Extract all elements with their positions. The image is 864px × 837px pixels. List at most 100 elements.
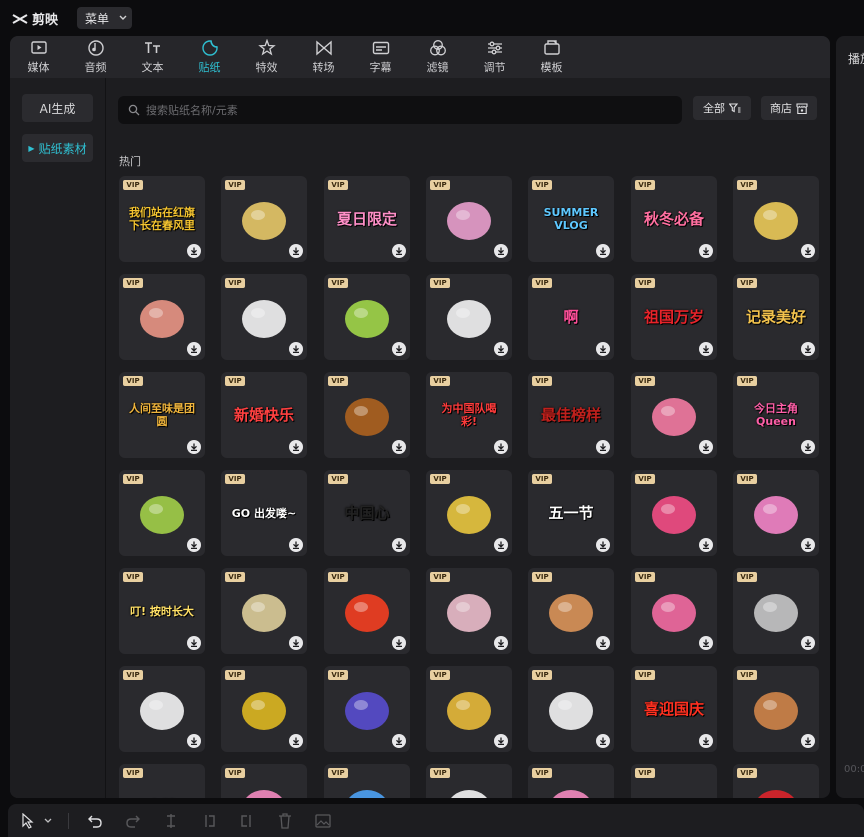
tab-transition[interactable]: 转场 xyxy=(295,36,352,78)
download-button[interactable] xyxy=(596,636,610,650)
download-button[interactable] xyxy=(699,636,713,650)
download-button[interactable] xyxy=(494,342,508,356)
search-bar[interactable] xyxy=(118,96,682,124)
sticker-item[interactable]: VIP 我们站在红旗下长在春风里 xyxy=(119,176,205,262)
download-button[interactable] xyxy=(392,734,406,748)
sticker-item[interactable]: VIP 叮! 按时长大 xyxy=(119,568,205,654)
download-button[interactable] xyxy=(187,734,201,748)
sticker-item[interactable]: VIP xyxy=(528,666,614,752)
download-button[interactable] xyxy=(801,342,815,356)
download-button[interactable] xyxy=(392,636,406,650)
download-button[interactable] xyxy=(494,636,508,650)
download-button[interactable] xyxy=(801,440,815,454)
select-tool-dropdown[interactable] xyxy=(42,809,54,833)
sticker-item[interactable]: VIP xyxy=(631,470,717,556)
download-button[interactable] xyxy=(494,734,508,748)
download-button[interactable] xyxy=(289,244,303,258)
sticker-item[interactable]: VIP 最佳榜样 xyxy=(528,372,614,458)
download-button[interactable] xyxy=(596,342,610,356)
download-button[interactable] xyxy=(699,244,713,258)
tab-text[interactable]: 文本 xyxy=(124,36,181,78)
redo-button[interactable] xyxy=(121,809,145,833)
download-button[interactable] xyxy=(187,342,201,356)
sticker-item[interactable]: VIP xyxy=(733,568,819,654)
download-button[interactable] xyxy=(289,734,303,748)
tab-caption[interactable]: 字幕 xyxy=(352,36,409,78)
sticker-item[interactable]: VIP xyxy=(426,764,512,798)
tab-sticker[interactable]: 贴纸 xyxy=(181,36,238,78)
sticker-item[interactable]: VIP xyxy=(324,764,410,798)
sticker-item[interactable]: VIP xyxy=(426,274,512,360)
sticker-item[interactable]: VIP xyxy=(221,274,307,360)
sticker-item[interactable]: VIP xyxy=(528,764,614,798)
sticker-item[interactable]: VIP xyxy=(733,666,819,752)
split-button[interactable] xyxy=(159,809,183,833)
download-button[interactable] xyxy=(494,244,508,258)
sticker-item[interactable]: VIP xyxy=(324,666,410,752)
sidebar-item-sticker-materials[interactable]: ▶ 贴纸素材 xyxy=(22,134,93,162)
download-button[interactable] xyxy=(392,440,406,454)
sticker-item[interactable]: VIP xyxy=(221,176,307,262)
download-button[interactable] xyxy=(596,440,610,454)
download-button[interactable] xyxy=(494,538,508,552)
undo-button[interactable] xyxy=(83,809,107,833)
sticker-item[interactable]: VIP 祖国万岁 xyxy=(631,274,717,360)
sticker-item[interactable]: VIP 夏日限定 xyxy=(324,176,410,262)
sticker-item[interactable]: VIP 五一节 xyxy=(528,470,614,556)
download-button[interactable] xyxy=(699,734,713,748)
shop-button[interactable]: 商店 xyxy=(761,96,817,120)
sticker-item[interactable]: VIP xyxy=(733,764,819,798)
tab-filter[interactable]: 滤镜 xyxy=(409,36,466,78)
sticker-item[interactable]: VIP GO 出发喽~ xyxy=(221,470,307,556)
download-button[interactable] xyxy=(699,538,713,552)
sticker-item[interactable]: VIP xyxy=(324,274,410,360)
trim-left-button[interactable] xyxy=(197,809,221,833)
sticker-item[interactable]: VIP xyxy=(426,470,512,556)
delete-button[interactable] xyxy=(273,809,297,833)
sticker-item[interactable]: VIP xyxy=(324,568,410,654)
filter-button[interactable]: 全部 xyxy=(693,96,751,120)
download-button[interactable] xyxy=(699,440,713,454)
download-button[interactable] xyxy=(392,538,406,552)
download-button[interactable] xyxy=(289,342,303,356)
download-button[interactable] xyxy=(596,244,610,258)
tab-adjust[interactable]: 调节 xyxy=(466,36,523,78)
tab-media[interactable]: 媒体 xyxy=(10,36,67,78)
download-button[interactable] xyxy=(596,734,610,748)
trim-right-button[interactable] xyxy=(235,809,259,833)
download-button[interactable] xyxy=(187,538,201,552)
tab-effects[interactable]: 特效 xyxy=(238,36,295,78)
download-button[interactable] xyxy=(801,734,815,748)
sticker-item[interactable]: VIP xyxy=(631,568,717,654)
sticker-item[interactable]: VIP 人间至味是团圆 xyxy=(119,372,205,458)
sticker-item[interactable]: VIP xyxy=(119,470,205,556)
tab-audio[interactable]: 音频 xyxy=(67,36,124,78)
download-button[interactable] xyxy=(801,538,815,552)
sticker-item[interactable]: VIP xyxy=(528,568,614,654)
sticker-item[interactable]: VIP 秋冬必备 xyxy=(631,176,717,262)
menu-button[interactable]: 菜单 xyxy=(77,7,132,29)
download-button[interactable] xyxy=(392,244,406,258)
tab-template[interactable]: 模板 xyxy=(523,36,580,78)
sticker-item[interactable]: VIP 啊 xyxy=(528,274,614,360)
sticker-item[interactable]: VIP xyxy=(631,372,717,458)
sticker-item[interactable]: VIP xyxy=(426,666,512,752)
download-button[interactable] xyxy=(801,636,815,650)
image-button[interactable] xyxy=(311,809,335,833)
download-button[interactable] xyxy=(289,636,303,650)
sticker-item[interactable]: VIP 新婚快乐 xyxy=(221,372,307,458)
sticker-item[interactable]: VIP xyxy=(733,470,819,556)
sticker-item[interactable]: VIP xyxy=(221,666,307,752)
sticker-item[interactable]: VIP 中国心 xyxy=(324,470,410,556)
download-button[interactable] xyxy=(187,440,201,454)
sticker-item[interactable]: VIP xyxy=(426,568,512,654)
sticker-item[interactable]: VIP xyxy=(119,274,205,360)
download-button[interactable] xyxy=(289,440,303,454)
sticker-item[interactable]: VIP 今日主角 Queen xyxy=(733,372,819,458)
download-button[interactable] xyxy=(187,244,201,258)
select-tool[interactable] xyxy=(16,809,40,833)
sidebar-item-ai-generate[interactable]: AI生成 xyxy=(22,94,93,122)
download-button[interactable] xyxy=(289,538,303,552)
sticker-item[interactable]: VIP 喜迎国庆 xyxy=(631,666,717,752)
sticker-item[interactable]: VIP xyxy=(221,764,307,798)
